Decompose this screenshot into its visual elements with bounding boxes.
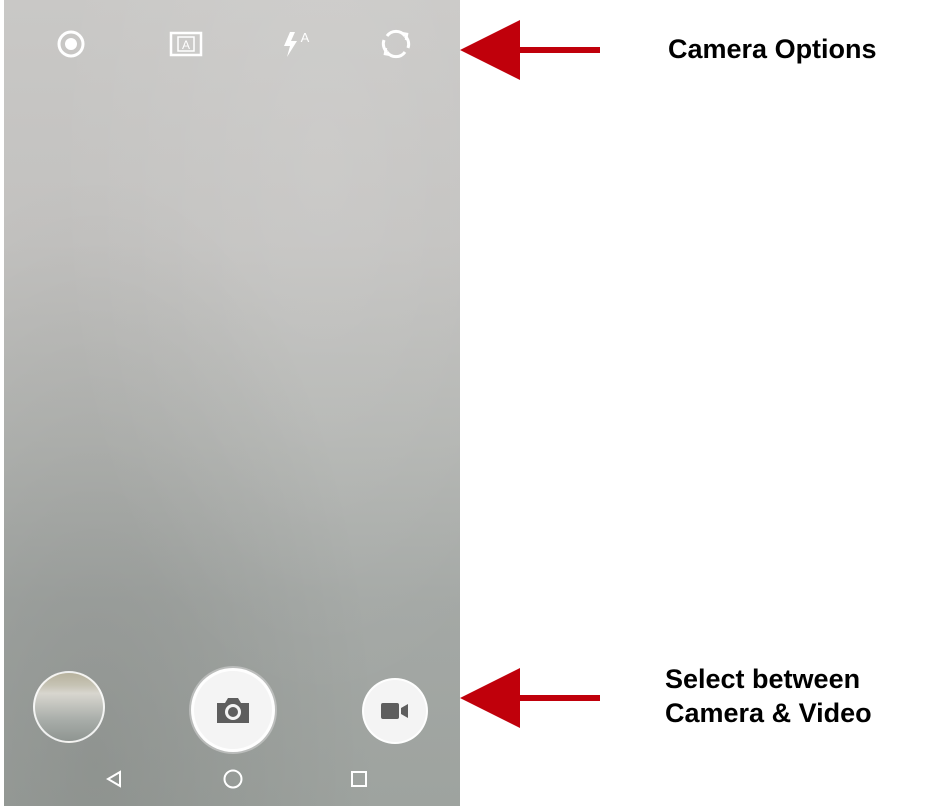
home-circle-icon[interactable] xyxy=(218,764,248,794)
mode-letter: A xyxy=(182,38,190,52)
flash-auto-icon[interactable]: A xyxy=(274,22,318,66)
select-mode-label-line2: Camera & Video xyxy=(665,698,872,728)
camera-options-bar: A A xyxy=(4,0,460,86)
flash-letter: A xyxy=(301,30,310,45)
select-mode-label-line1: Select between xyxy=(665,664,861,694)
bottom-controls xyxy=(4,650,460,806)
gallery-thumbnail[interactable] xyxy=(33,671,105,743)
camera-options-label: Camera Options xyxy=(668,34,877,64)
video-mode-button[interactable] xyxy=(362,678,428,744)
mode-select-arrow xyxy=(460,668,600,728)
settings-icon[interactable] xyxy=(49,22,93,66)
video-camera-icon xyxy=(381,703,408,719)
shutter-button[interactable] xyxy=(191,668,275,752)
back-triangle-icon[interactable] xyxy=(99,764,129,794)
switch-camera-icon[interactable] xyxy=(374,22,418,66)
camera-icon xyxy=(217,698,249,723)
auto-mode-icon[interactable]: A xyxy=(164,22,208,66)
options-arrow xyxy=(460,20,600,80)
camera-viewfinder: A A xyxy=(4,0,460,806)
navigation-bar xyxy=(4,758,460,798)
recents-square-icon[interactable] xyxy=(344,764,374,794)
